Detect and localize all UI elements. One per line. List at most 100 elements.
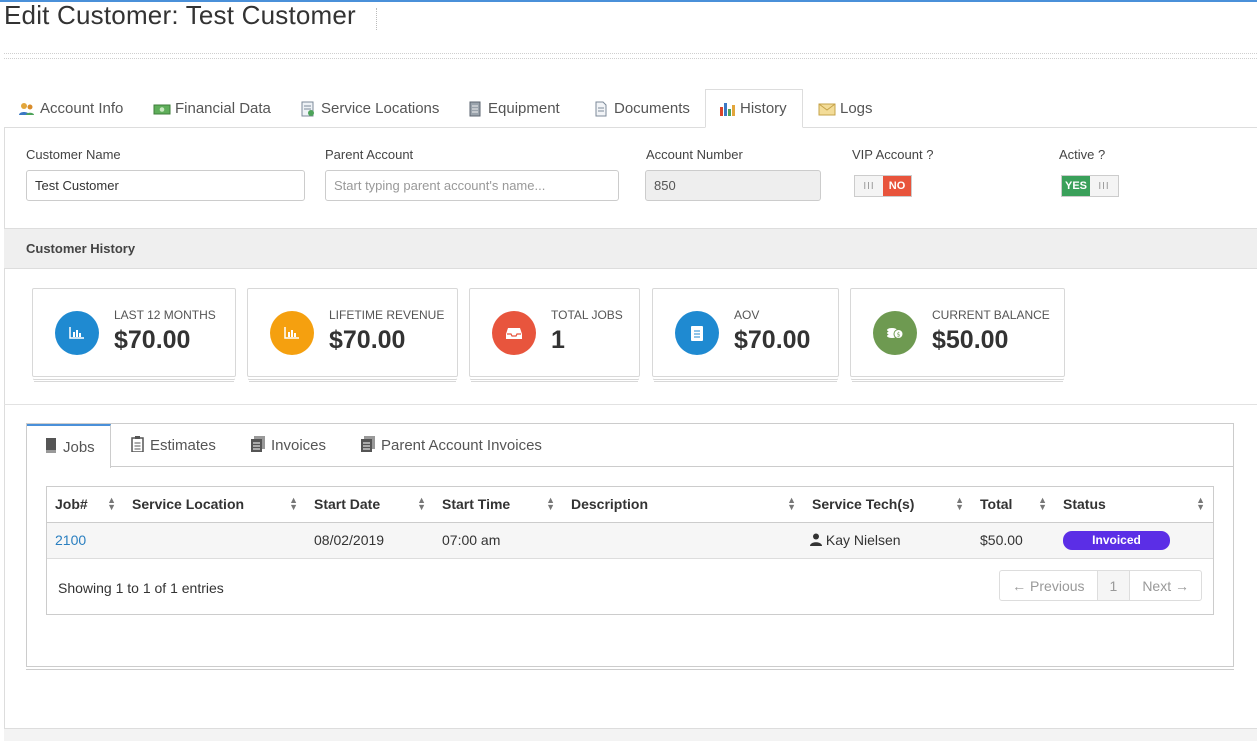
column-header-start-time[interactable]: Start Time ▲ ▼ <box>434 487 563 523</box>
status-cell: Invoiced <box>1055 522 1213 559</box>
money-icon <box>153 101 171 117</box>
toggle-yes-state: YES <box>1062 176 1090 196</box>
page-number-button[interactable]: 1 <box>1096 571 1131 600</box>
table-row: 2100 08/02/2019 07:00 am Kay Nielsen $50… <box>47 522 1213 559</box>
tech-name: Kay Nielsen <box>825 532 901 548</box>
sort-icon: ▲ ▼ <box>289 495 298 512</box>
toggle-no-state: NO <box>883 176 911 196</box>
svg-text:$: $ <box>897 332 901 339</box>
invoice-icon <box>251 435 265 456</box>
jobs-tab-container: Jobs Estimates Invoices Parent Account I… <box>26 423 1234 667</box>
tab-label: Parent Account Invoices <box>381 437 542 454</box>
active-label: Active ? <box>1059 147 1106 162</box>
start-date-cell: 08/02/2019 <box>306 522 434 559</box>
entries-info: Showing 1 to 1 of 1 entries <box>58 580 224 596</box>
map-document-icon <box>299 101 317 117</box>
tab-financial-data[interactable]: Financial Data <box>141 89 283 128</box>
tab-service-locations[interactable]: Service Locations <box>287 89 451 128</box>
tab-jobs[interactable]: Jobs <box>27 424 111 468</box>
start-time-cell: 07:00 am <box>434 522 563 559</box>
column-header-status[interactable]: Status ▲ ▼ <box>1055 487 1213 523</box>
jobs-table-wrapper: Job# ▲ ▼ Service Location ▲ ▼ Start Date ▲ ▼ S… <box>46 486 1214 615</box>
sort-icon: ▲ ▼ <box>787 495 796 512</box>
stat-card-last-12-months: LAST 12 MONTHS $70.00 <box>32 288 236 377</box>
stat-card-current-balance: $ CURRENT BALANCE $50.00 <box>850 288 1065 377</box>
tab-account-info[interactable]: Account Info <box>6 89 135 128</box>
next-page-button[interactable]: Next → <box>1130 571 1201 600</box>
total-cell: $50.00 <box>972 522 1055 559</box>
tab-equipment[interactable]: Equipment <box>454 89 572 128</box>
tab-label: Jobs <box>63 438 95 456</box>
column-header-job[interactable]: Job# ▲ ▼ <box>47 487 124 523</box>
customer-name-label: Customer Name <box>26 147 121 162</box>
column-header-start-date[interactable]: Start Date ▲ ▼ <box>306 487 434 523</box>
title-divider <box>376 8 377 30</box>
tab-label: Equipment <box>488 100 560 117</box>
tab-parent-account-invoices[interactable]: Parent Account Invoices <box>343 424 560 467</box>
toggle-grip: III <box>855 176 883 196</box>
stat-value: $70.00 <box>114 326 191 354</box>
page-title: Edit Customer: Test Customer <box>4 0 356 30</box>
sort-icon: ▲ ▼ <box>546 495 555 512</box>
jobs-table: Job# ▲ ▼ Service Location ▲ ▼ Start Date ▲ ▼ S… <box>47 487 1213 559</box>
tab-label: Documents <box>614 100 690 117</box>
customer-history-header: Customer History <box>4 228 1257 269</box>
customer-name-input[interactable] <box>26 170 305 201</box>
tab-label: Account Info <box>40 100 124 117</box>
tab-label: Financial Data <box>175 100 271 117</box>
stat-label: LAST 12 MONTHS <box>114 308 216 322</box>
parent-account-input[interactable] <box>325 170 619 201</box>
column-header-description[interactable]: Description ▲ ▼ <box>563 487 804 523</box>
document-icon <box>675 311 719 355</box>
invoice-icon <box>361 435 375 456</box>
job-number-link[interactable]: 2100 <box>55 532 86 548</box>
user-icon <box>810 532 822 548</box>
header-separator <box>4 53 1257 59</box>
stat-value: 1 <box>551 326 565 354</box>
status-badge: Invoiced <box>1063 530 1170 550</box>
tab-invoices[interactable]: Invoices <box>233 424 344 467</box>
section-divider <box>4 404 1257 405</box>
stat-label: CURRENT BALANCE <box>932 308 1050 322</box>
active-toggle[interactable]: YES III <box>1061 175 1119 197</box>
footer-bar <box>4 728 1257 741</box>
sort-icon: ▲ ▼ <box>955 495 964 512</box>
tab-estimates[interactable]: Estimates <box>113 424 234 467</box>
users-icon <box>18 101 36 117</box>
tab-label: History <box>740 100 787 117</box>
bar-chart-icon <box>55 311 99 355</box>
inbox-icon <box>492 311 536 355</box>
main-tabs: Account Info Financial Data Service Loca… <box>4 89 1257 128</box>
coins-icon: $ <box>873 311 917 355</box>
stat-label: TOTAL JOBS <box>551 308 623 322</box>
server-icon <box>466 101 484 117</box>
tab-documents[interactable]: Documents <box>580 89 702 128</box>
column-header-service-techs[interactable]: Service Tech(s) ▲ ▼ <box>804 487 972 523</box>
description-cell <box>563 522 804 559</box>
sort-icon: ▲ ▼ <box>1038 495 1047 512</box>
stat-card-total-jobs: TOTAL JOBS 1 <box>469 288 640 377</box>
service-location-cell <box>124 522 306 559</box>
toggle-grip: III <box>1090 176 1118 196</box>
envelope-icon <box>818 101 836 117</box>
stat-card-lifetime-revenue: LIFETIME REVENUE $70.00 <box>247 288 458 377</box>
tab-history[interactable]: History <box>705 89 803 128</box>
tab-label: Service Locations <box>321 100 440 117</box>
parent-account-label: Parent Account <box>325 147 414 162</box>
stat-label: AOV <box>734 308 760 322</box>
sort-icon: ▲ ▼ <box>417 495 426 512</box>
history-sub-tabs: Jobs Estimates Invoices Parent Account I… <box>27 424 1233 468</box>
column-header-total[interactable]: Total ▲ ▼ <box>972 487 1055 523</box>
vip-account-toggle[interactable]: III NO <box>854 175 912 197</box>
sort-icon: ▲ ▼ <box>107 495 116 512</box>
stat-value: $70.00 <box>734 326 811 354</box>
pagination: ← Previous 1 Next → <box>999 570 1202 601</box>
tab-label: Estimates <box>150 437 216 454</box>
previous-page-button[interactable]: ← Previous <box>1000 571 1096 600</box>
bar-chart-icon <box>718 101 736 117</box>
clipboard-icon <box>131 435 144 456</box>
account-number-input <box>645 170 821 201</box>
stat-value: $50.00 <box>932 326 1009 354</box>
column-header-service-location[interactable]: Service Location ▲ ▼ <box>124 487 306 523</box>
tab-logs[interactable]: Logs <box>806 89 885 128</box>
